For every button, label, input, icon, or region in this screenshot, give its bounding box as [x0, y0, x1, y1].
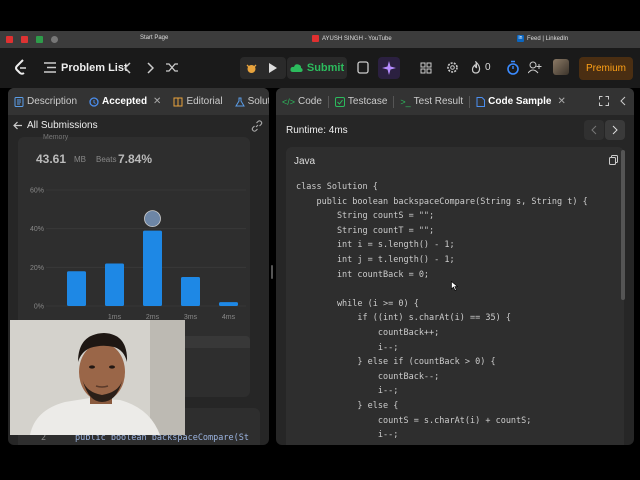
sheets-icon [36, 36, 43, 43]
code-line: public boolean backspaceCompare(String s… [296, 196, 588, 207]
shuffle-icon[interactable] [166, 62, 178, 73]
terminal-icon: >_ [400, 96, 411, 107]
language-label: Java [294, 156, 316, 167]
code-line: i--; [296, 342, 399, 353]
user-avatar-marker [144, 210, 161, 228]
tab-label: Code [298, 96, 322, 107]
right-tab-bar: </> Code Testcase >_ Test Result Code Sa… [276, 88, 634, 115]
leetcode-tab-icon [51, 36, 58, 43]
tab-testcase[interactable]: Testcase [329, 88, 393, 115]
code-line: class Solution { [296, 182, 378, 192]
code-line: i--; [296, 386, 399, 397]
code-line: countBack++; [296, 328, 440, 338]
chevron-right-icon [612, 125, 618, 135]
bar-chart-svg: 0%20%40%60%1ms2ms3ms4msms4ms [18, 188, 250, 348]
close-icon[interactable]: ✕ [557, 96, 565, 107]
add-user-icon[interactable] [528, 61, 542, 74]
submit-label: Submit [306, 62, 345, 74]
tab-label: AYUSH SINGH - YouTube [322, 35, 392, 42]
premium-label: Premium [585, 63, 626, 74]
mouse-cursor-icon [451, 281, 458, 291]
x-tick-label: 4ms [222, 314, 236, 321]
tab-test-result[interactable]: >_ Test Result [394, 88, 469, 115]
timer-icon[interactable] [507, 60, 519, 75]
code-line: int countBack = 0; [296, 269, 430, 280]
person-video-image [10, 320, 185, 435]
sparkle-icon [382, 61, 396, 75]
fire-icon[interactable] [471, 61, 481, 74]
chevron-right-icon[interactable] [146, 62, 154, 74]
code-line: countS = s.charAt(i) + countS; [296, 415, 532, 426]
tab-code[interactable]: </> Code [276, 88, 328, 115]
maximize-icon[interactable] [599, 96, 609, 106]
y-tick-label: 20% [30, 265, 44, 272]
x-tick-label: 3ms [184, 314, 198, 321]
resize-handle[interactable] [271, 265, 273, 279]
prev-button[interactable] [584, 120, 604, 140]
gmail-icon [21, 36, 28, 43]
tab-label: Code Sample [488, 96, 552, 107]
checkbox-icon [334, 96, 345, 107]
browser-tab-bar: Start Page AYUSH SINGH - YouTube in Feed… [0, 31, 640, 48]
submit-button[interactable]: Submit [287, 57, 347, 79]
run-icon[interactable] [268, 62, 278, 74]
chart-bar[interactable] [219, 302, 238, 306]
browser-tab-start-page[interactable]: Start Page [140, 35, 168, 41]
browser-tab-linkedin[interactable]: in Feed | LinkedIn [517, 35, 568, 42]
y-tick-label: 40% [30, 226, 44, 233]
y-tick-label: 60% [30, 188, 44, 195]
runtime-label: Runtime: 4ms [286, 125, 348, 136]
code-line: int i = s.length() - 1; [296, 240, 455, 251]
youtube-icon [6, 36, 13, 43]
note-icon[interactable] [357, 61, 369, 74]
chart-bar[interactable] [105, 263, 124, 306]
tab-label: Feed | LinkedIn [527, 35, 569, 42]
tab-label: Test Result [413, 96, 464, 107]
tab-code-sample[interactable]: Code Sample ✕ [470, 88, 572, 115]
code-line: String countS = ""; [296, 211, 435, 222]
layout-grid-icon[interactable] [420, 62, 432, 74]
youtube-tab-icon [312, 35, 319, 42]
collapse-icon[interactable] [620, 96, 626, 106]
code-scrollbar[interactable] [621, 150, 625, 300]
leetcode-logo-icon[interactable] [14, 59, 28, 75]
code-line: while (i >= 0) { [296, 298, 419, 309]
file-icon [476, 96, 486, 107]
code-line: if ((int) s.charAt(i) == 35) { [296, 313, 511, 324]
code-line: } else if (countBack > 0) { [296, 357, 496, 368]
copy-icon[interactable] [609, 155, 618, 165]
code-line: countBack--; [296, 371, 440, 382]
premium-button[interactable]: Premium [579, 57, 633, 80]
code-line: int j = t.length() - 1; [296, 255, 455, 265]
y-tick-label: 0% [34, 304, 44, 311]
browser-tab-youtube[interactable]: AYUSH SINGH - YouTube [312, 35, 392, 42]
list-icon [44, 62, 56, 73]
avatar[interactable] [553, 59, 569, 75]
code-line: i--; [296, 430, 399, 441]
code-icon: </> [282, 96, 296, 107]
webcam-overlay [10, 320, 185, 435]
fire-count: 0 [485, 62, 491, 73]
linkedin-icon: in [517, 35, 524, 42]
tab-label: Testcase [347, 96, 388, 107]
tab-label: Start Page [140, 35, 169, 41]
next-button[interactable] [605, 120, 625, 140]
gear-icon[interactable] [446, 61, 459, 74]
chart-bar[interactable] [67, 271, 86, 306]
problem-list-link[interactable]: Problem List [61, 62, 128, 74]
code-line: String countT = ""; [296, 225, 435, 236]
chart-bar[interactable] [181, 277, 200, 306]
chevron-left-icon [591, 125, 597, 135]
chevron-left-icon[interactable] [124, 62, 132, 74]
chart-bar[interactable] [143, 230, 162, 306]
debug-icon[interactable] [245, 61, 258, 75]
cloud-upload-icon [290, 64, 303, 72]
code-line: } else { [296, 401, 399, 411]
